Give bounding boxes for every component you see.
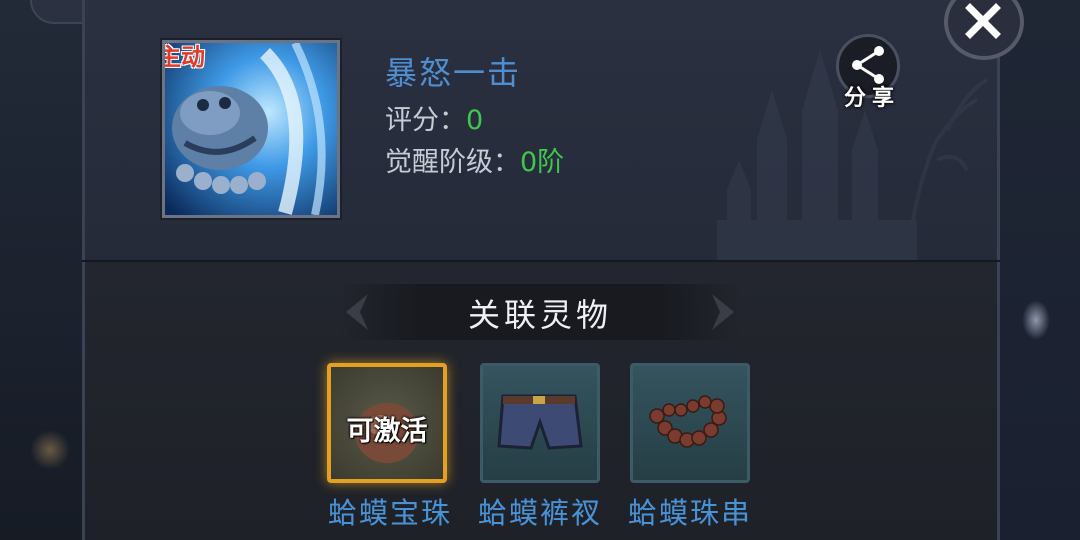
awaken-label: 觉醒阶级： xyxy=(385,147,520,178)
glow-decoration xyxy=(30,430,70,470)
section-title: 关联灵物 xyxy=(467,296,612,334)
active-skill-badge: 主动 xyxy=(165,42,205,71)
skill-icon[interactable]: 主动 xyxy=(160,38,342,220)
awaken-value: 0阶 xyxy=(520,147,565,178)
item-toad-orb[interactable]: 可激活 xyxy=(327,363,447,483)
share-label[interactable]: 分享 xyxy=(844,80,900,112)
awaken-row: 觉醒阶级：0阶 xyxy=(385,140,564,179)
score-value: 0 xyxy=(466,105,484,136)
close-icon xyxy=(965,3,1001,39)
skill-name: 暴怒一击 xyxy=(385,54,522,92)
beads-icon xyxy=(649,395,727,448)
item-toad-beads[interactable] xyxy=(630,363,750,483)
item-label-toad-beads: 蛤蟆珠串 xyxy=(627,496,752,530)
item-label-toad-shorts: 蛤蟆裤衩 xyxy=(477,496,602,530)
right-background xyxy=(1000,0,1080,540)
item-label-toad-orb: 蛤蟆宝珠 xyxy=(327,496,452,530)
score-label: 评分： xyxy=(385,105,466,136)
score-row: 评分：0 xyxy=(385,98,483,137)
close-button[interactable] xyxy=(944,0,1024,60)
activatable-label: 可激活 xyxy=(346,416,428,447)
item-toad-shorts[interactable] xyxy=(480,363,600,483)
shorts-icon xyxy=(497,394,583,450)
castle-silhouette xyxy=(717,50,988,260)
